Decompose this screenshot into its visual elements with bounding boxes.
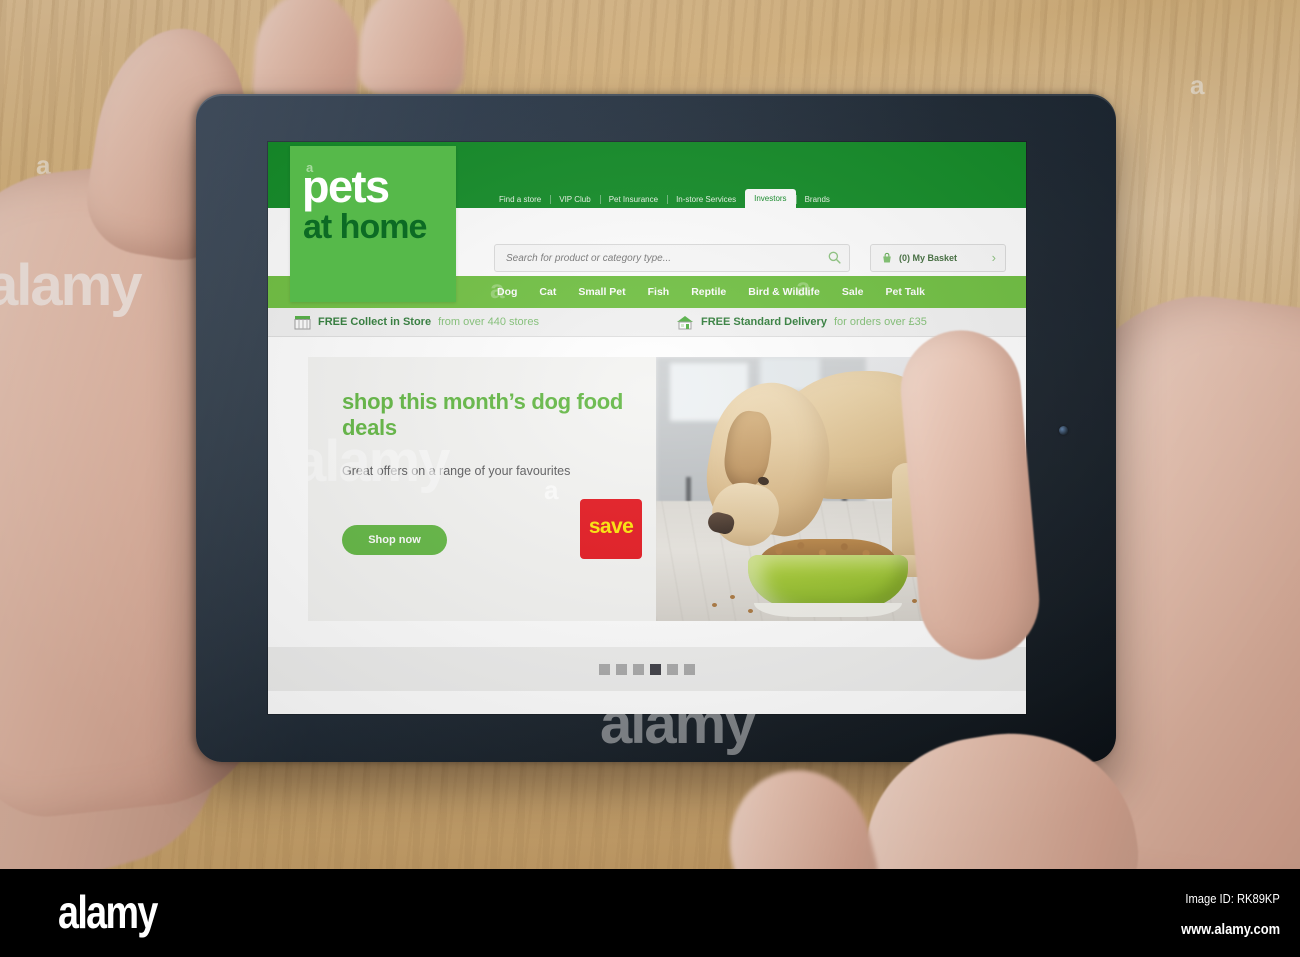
category-nav-item-pet-talk[interactable]: Pet Talk: [875, 286, 937, 298]
photo-scene: a a a a a a a a a a pets at home Find a …: [0, 0, 1300, 869]
chevron-right-icon: ›: [991, 250, 996, 265]
shop-now-button[interactable]: Shop now: [342, 525, 447, 555]
watermark-letter: a: [36, 150, 51, 180]
watermark-letter: a: [40, 760, 55, 790]
hero-text: shop this month’s dog food deals Great o…: [342, 389, 652, 480]
utility-nav-item-pet-insurance[interactable]: Pet Insurance: [599, 191, 667, 208]
site-header: a pets at home Find a store VIP Club Pet I…: [268, 142, 1026, 302]
promo-light-delivery: for orders over £35: [833, 316, 927, 328]
camera-icon: [1059, 426, 1068, 435]
utility-nav-item-vip-club[interactable]: VIP Club: [550, 191, 599, 208]
kibble-crumb: [712, 603, 717, 607]
store-icon: [294, 315, 311, 329]
utility-nav-item-find-a-store[interactable]: Find a store: [490, 191, 550, 208]
kibble-crumb: [730, 595, 735, 599]
category-nav-item-bird-wildlife[interactable]: Bird & Wildlife: [737, 286, 831, 298]
site-logo[interactable]: a pets at home: [290, 146, 456, 302]
utility-nav: Find a store VIP Club Pet Insurance In-stor…: [490, 186, 839, 208]
right-finger: [713, 755, 887, 869]
promo-item-delivery: FREE Standard Delivery for orders over £…: [676, 315, 927, 330]
house-icon: [677, 315, 693, 329]
hero-headline: shop this month’s dog food deals: [342, 389, 624, 440]
alamy-url[interactable]: www.alamy.com: [1181, 921, 1280, 938]
hero-subhead: Great offers on a range of your favourit…: [342, 464, 571, 478]
search-icon[interactable]: [828, 251, 841, 264]
watermark-letter: a: [188, 22, 203, 52]
basket-icon: [883, 252, 891, 263]
dog-paw: [924, 559, 964, 581]
promo-strong-delivery: FREE Standard Delivery: [701, 316, 827, 328]
hero-image: a: [656, 357, 986, 621]
save-badge: save: [580, 499, 642, 559]
watermark-letter: a: [60, 430, 75, 460]
promo-light-collect: from over 440 stores: [438, 316, 539, 328]
search-box[interactable]: [494, 244, 850, 273]
carousel-dot-5[interactable]: [667, 663, 678, 675]
watermark-word: alamy: [0, 253, 142, 318]
carousel-dot-6[interactable]: [684, 663, 695, 675]
watermark-letter: a: [940, 377, 955, 407]
category-nav-item-reptile[interactable]: Reptile: [680, 286, 737, 298]
promo-bar: FREE Collect in Store from over 440 stor…: [268, 308, 1026, 337]
watermark-letter: a: [1240, 320, 1255, 350]
kibble-crumb: [748, 609, 753, 613]
category-nav-item-cat[interactable]: Cat: [528, 286, 567, 298]
carousel-dot-4[interactable]: [650, 663, 661, 675]
basket-label: (0) My Basket: [899, 253, 958, 263]
hero-carousel: shop this month’s dog food deals Great o…: [268, 337, 1026, 647]
image-id-label: Image ID: RK89KP: [1185, 891, 1280, 906]
category-nav-item-dog[interactable]: Dog: [486, 286, 528, 298]
watermark-letter: a: [1238, 646, 1253, 676]
logo-line-2: at home: [303, 208, 427, 246]
carousel-dot-3[interactable]: [633, 663, 644, 675]
kibble-crumb: [930, 609, 935, 613]
dog-bowl-base: [754, 603, 902, 617]
watermark-letter: a: [180, 560, 195, 590]
kibble-crumb: [956, 591, 961, 595]
save-badge-label: save: [588, 515, 634, 538]
alamy-logo: alamy: [58, 886, 158, 938]
utility-nav-item-investors[interactable]: Investors: [745, 189, 796, 208]
watermark-letter: a: [1190, 70, 1205, 100]
basket-button[interactable]: (0) My Basket ›: [870, 244, 1006, 272]
left-finger-middle: [358, 0, 467, 98]
utility-nav-item-brands[interactable]: Brands: [795, 191, 839, 208]
carousel-dot-2[interactable]: [616, 663, 627, 675]
kibble-crumb: [912, 599, 917, 603]
utility-nav-item-in-store-services[interactable]: In-store Services: [667, 191, 745, 208]
browser-screen: a pets at home Find a store VIP Club Pet I…: [268, 142, 1026, 714]
category-nav-item-fish[interactable]: Fish: [637, 286, 681, 298]
category-nav-item-small-pet[interactable]: Small Pet: [567, 286, 636, 298]
hero-slide: shop this month’s dog food deals Great o…: [308, 357, 986, 621]
promo-item-collect: FREE Collect in Store from over 440 stor…: [294, 315, 539, 330]
carousel-dot-1[interactable]: [599, 663, 610, 675]
carousel-pagination: [268, 647, 1026, 691]
category-nav-item-sale[interactable]: Sale: [831, 286, 875, 298]
search-input[interactable]: [504, 245, 808, 273]
alamy-footer: alamy Image ID: RK89KP www.alamy.com: [0, 869, 1300, 957]
logo-line-1: pets: [302, 161, 390, 212]
dog-rear-leg: [928, 467, 954, 571]
promo-strong-collect: FREE Collect in Store: [318, 316, 432, 328]
